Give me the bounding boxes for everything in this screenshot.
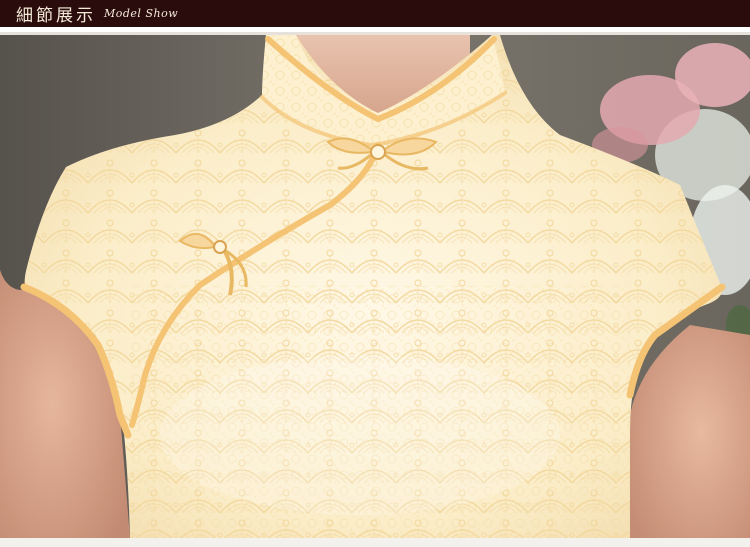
product-photo	[0, 35, 750, 538]
bottom-divider	[0, 538, 750, 547]
banner-subtitle: Model Show	[104, 7, 179, 20]
banner-title: 細節展示	[16, 6, 96, 26]
top-banner: 細節展示 Model Show	[0, 0, 750, 27]
